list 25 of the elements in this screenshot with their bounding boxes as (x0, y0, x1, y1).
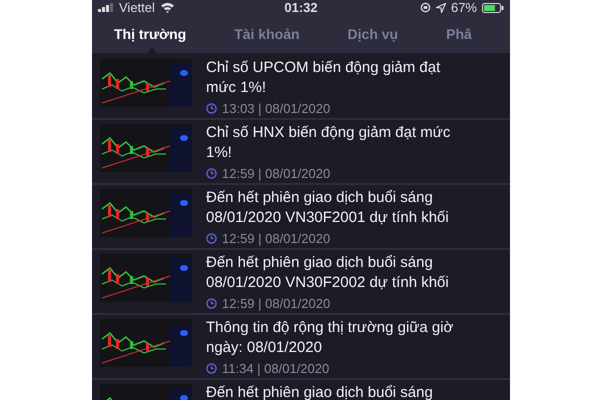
rotation-lock-icon (420, 2, 431, 13)
battery-percent: 67% (450, 0, 477, 15)
news-title[interactable]: Đến hết phiên giao dịch buổi sáng 08/01/2020 VN30F2002 dự tính khối (206, 253, 502, 293)
signal-icon (98, 3, 114, 12)
battery-icon (482, 2, 504, 12)
carrier-name: Viettel (119, 0, 155, 15)
clock-icon (206, 168, 217, 179)
news-title[interactable]: Đến hết phiên giao dịch buổi sáng (206, 383, 502, 400)
clock-icon (206, 298, 217, 309)
news-title[interactable]: Đến hết phiên giao dịch buổi sáng 08/01/2020 VN30F2001 dự tính khối (206, 188, 502, 228)
news-time: 13:03 | 08/01/2020 (222, 101, 330, 116)
location-icon (436, 2, 446, 12)
news-title[interactable]: Thông tin độ rộng thị trường giữa giờ ngày: 08/01/2020 (206, 318, 502, 358)
clock-time: 01:32 (284, 0, 318, 15)
news-title[interactable]: Chỉ số UPCOM biến động giảm đạt mức 1%! (206, 58, 502, 98)
clock-icon (206, 103, 217, 114)
news-time: 11:34 | 08/01/2020 (222, 361, 330, 376)
news-time: 12:59 | 08/01/2020 (222, 166, 330, 181)
tab[interactable]: Thị trường (92, 15, 212, 53)
clock-icon (206, 363, 217, 374)
clock-icon (206, 233, 217, 244)
news-title[interactable]: Chỉ số HNX biến động giảm đạt mức 1%! (206, 123, 502, 163)
news-time: 12:59 | 08/01/2020 (222, 231, 330, 246)
news-time: 12:59 | 08/01/2020 (222, 296, 330, 311)
wifi-icon (160, 2, 175, 13)
